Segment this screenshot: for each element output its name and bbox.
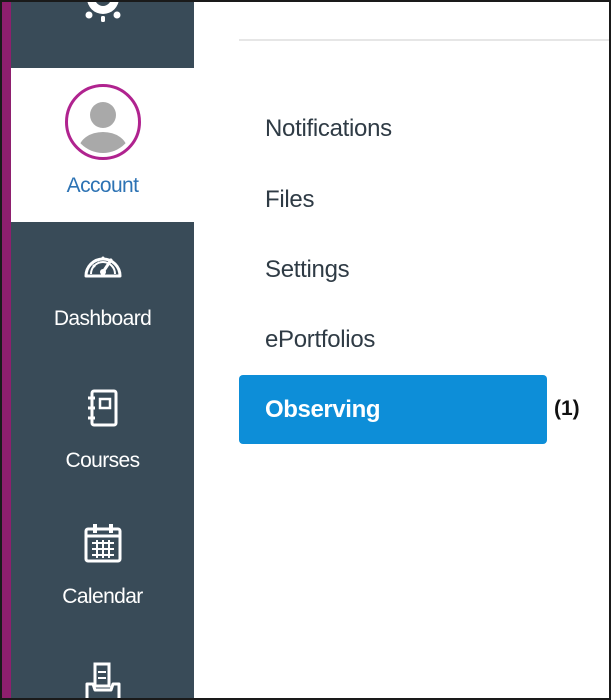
speedometer-icon [82, 246, 124, 287]
nav-item-calendar[interactable]: Calendar [11, 522, 194, 632]
nav-item-label: Courses [65, 449, 141, 472]
notebook-icon [85, 388, 121, 433]
nav-item-inbox[interactable] [11, 662, 194, 698]
logo-icon[interactable] [11, 2, 194, 68]
nav-item-courses[interactable]: Courses [11, 388, 194, 498]
accent-strip [2, 2, 11, 698]
account-link-files[interactable]: Files [265, 186, 314, 214]
tray-divider [239, 39, 609, 41]
nav-item-label: Calendar [62, 585, 143, 608]
nav-item-dashboard[interactable]: Dashboard [11, 246, 194, 356]
account-link-notifications[interactable]: Notifications [265, 115, 392, 143]
account-link-observing-label: Observing [265, 396, 381, 423]
user-avatar-icon [64, 84, 141, 160]
nav-item-label: Dashboard [53, 307, 152, 330]
callout-label: (1) [554, 397, 580, 420]
account-link-observing[interactable]: Observing [239, 375, 547, 444]
calendar-icon [83, 522, 123, 569]
account-link-eportfolios[interactable]: ePortfolios [265, 326, 375, 354]
nav-item-label: Account [66, 174, 139, 197]
account-link-settings[interactable]: Settings [265, 256, 350, 284]
screenshot-frame: Account Dashboard Courses Calendar Notif… [0, 0, 611, 700]
global-navigation: Account Dashboard Courses Calendar [11, 2, 194, 698]
inbox-icon [83, 662, 123, 698]
nav-item-account[interactable]: Account [11, 68, 194, 222]
